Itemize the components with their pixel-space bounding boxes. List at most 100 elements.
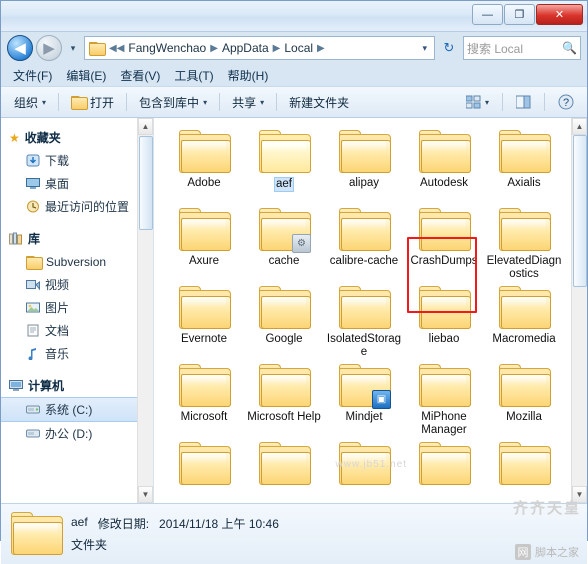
sidebar-item-system-c[interactable]: 系统 (C:) (1, 397, 153, 422)
file-item[interactable]: Axure (164, 206, 244, 284)
change-view-button[interactable]: ▾ (459, 92, 496, 112)
file-item[interactable]: calibre-cache (324, 206, 404, 284)
navigation-pane: ★ 收藏夹 下载 桌面 最近访问的位置 库 Subversion 视频 图片 文… (1, 118, 154, 503)
scrollbar-thumb[interactable] (573, 135, 587, 287)
nav-group-favorites[interactable]: ★ 收藏夹 (1, 126, 153, 149)
app-badge-icon: ▣ (372, 390, 391, 409)
organize-button[interactable]: 组织 ▾ (7, 91, 53, 114)
file-item-partial[interactable] (244, 440, 324, 503)
folder-open-icon (259, 130, 311, 174)
folder-icon (89, 42, 106, 56)
file-item[interactable]: MiPhone Manager (404, 362, 484, 440)
window-controls: — ❐ ✕ (472, 4, 583, 25)
nav-group-computer[interactable]: 计算机 (1, 374, 153, 397)
menu-help[interactable]: 帮助(H) (222, 65, 275, 86)
file-name: aef (274, 177, 294, 192)
toolbar-separator (544, 93, 545, 111)
refresh-button[interactable]: ↻ (438, 37, 460, 59)
scroll-up-button[interactable]: ▲ (572, 118, 587, 135)
nav-group-libraries[interactable]: 库 (1, 227, 153, 250)
history-dropdown-button[interactable]: ▾ (65, 37, 81, 59)
sidebar-item-documents[interactable]: 文档 (1, 319, 153, 342)
library-icon (9, 232, 22, 245)
folder-icon (26, 255, 43, 270)
preview-pane-button[interactable] (509, 92, 538, 112)
sidebar-item-recent[interactable]: 最近访问的位置 (1, 195, 153, 218)
scroll-down-button[interactable]: ▼ (138, 486, 153, 503)
file-item[interactable]: ⚙ cache (244, 206, 324, 284)
file-item[interactable]: Mozilla (484, 362, 564, 440)
include-in-library-button[interactable]: 包含到库中 ▾ (132, 91, 214, 114)
details-modified-value: 2014/11/18 上午 10:46 (159, 517, 279, 531)
file-list-pane[interactable]: Adobe aef alipay Autodesk Axialis Axure … (154, 118, 587, 503)
folder-icon (179, 286, 231, 330)
file-item-partial[interactable] (404, 440, 484, 503)
file-item[interactable]: ElevatedDiagnostics (484, 206, 564, 284)
close-button[interactable]: ✕ (536, 4, 583, 25)
folder-icon (419, 442, 471, 486)
sidebar-item-videos[interactable]: 视频 (1, 273, 153, 296)
folder-icon (339, 208, 391, 252)
file-item-selected[interactable]: aef (244, 128, 324, 206)
file-item-partial[interactable] (484, 440, 564, 503)
breadcrumb-item-2[interactable]: Local (281, 40, 316, 56)
details-row-bottom: 文件夹 (71, 536, 279, 553)
file-name: cache (268, 255, 300, 267)
file-item[interactable]: Evernote (164, 284, 244, 362)
new-folder-button[interactable]: 新建文件夹 (282, 91, 356, 114)
menu-view[interactable]: 查看(V) (114, 65, 166, 86)
file-name: Microsoft (180, 411, 228, 423)
menu-edit[interactable]: 编辑(E) (60, 65, 112, 86)
navigation-scrollbar[interactable]: ▲ ▼ (137, 118, 153, 503)
folder-icon (419, 208, 471, 252)
back-button[interactable]: ◀ (7, 35, 33, 61)
file-item[interactable]: Microsoft (164, 362, 244, 440)
menu-tools[interactable]: 工具(T) (168, 65, 219, 86)
sidebar-item-subversion[interactable]: Subversion (1, 250, 153, 273)
minimize-button[interactable]: — (472, 4, 503, 25)
folder-icon (499, 364, 551, 408)
address-dropdown-icon[interactable]: ▾ (417, 43, 432, 54)
file-item[interactable]: Microsoft Help (244, 362, 324, 440)
details-modified-label: 修改日期: (97, 517, 150, 531)
file-item[interactable]: Axialis (484, 128, 564, 206)
scrollbar-thumb[interactable] (139, 136, 153, 230)
breadcrumb-item-1[interactable]: AppData (219, 40, 272, 56)
maximize-button[interactable]: ❐ (504, 4, 535, 25)
breadcrumb-bar[interactable]: ◀◀ FangWenchao ▶ AppData ▶ Local ▶ ▾ (84, 36, 435, 60)
open-button[interactable]: 打开 (64, 91, 121, 114)
chevron-down-icon: ▾ (260, 97, 265, 107)
file-item[interactable]: Autodesk (404, 128, 484, 206)
search-box[interactable]: 搜索 Local 🔍 (463, 36, 581, 60)
sidebar-item-desktop[interactable]: 桌面 (1, 172, 153, 195)
file-item[interactable]: Macromedia (484, 284, 564, 362)
file-item[interactable]: alipay (324, 128, 404, 206)
file-item[interactable]: IsolatedStorage (324, 284, 404, 362)
folder-icon (179, 208, 231, 252)
file-item[interactable]: liebao (404, 284, 484, 362)
breadcrumb-separator: ▶ (272, 42, 281, 54)
file-name: Evernote (180, 333, 228, 345)
search-input[interactable]: 搜索 Local (467, 40, 523, 57)
sidebar-item-music[interactable]: 音乐 (1, 342, 153, 365)
file-item-partial[interactable] (324, 440, 404, 503)
file-item[interactable]: CrashDumps (404, 206, 484, 284)
file-item-partial[interactable] (164, 440, 244, 503)
help-button[interactable]: ? (551, 91, 581, 113)
folder-icon (179, 364, 231, 408)
file-item[interactable]: Adobe (164, 128, 244, 206)
toolbar-separator (126, 93, 128, 111)
sidebar-item-downloads[interactable]: 下载 (1, 149, 153, 172)
breadcrumb-item-0[interactable]: FangWenchao (125, 40, 209, 56)
open-label: 打开 (90, 95, 115, 110)
scroll-up-button[interactable]: ▲ (138, 118, 153, 135)
share-button[interactable]: 共享 ▾ (225, 91, 271, 114)
breadcrumb-overflow[interactable]: ◀◀ (108, 43, 125, 54)
sidebar-item-office-d[interactable]: 办公 (D:) (1, 422, 153, 445)
sidebar-item-pictures[interactable]: 图片 (1, 296, 153, 319)
file-list-scrollbar[interactable]: ▲ ▼ (571, 118, 587, 503)
file-item[interactable]: ▣ Mindjet (324, 362, 404, 440)
menu-file[interactable]: 文件(F) (7, 65, 58, 86)
forward-button[interactable]: ▶ (36, 35, 62, 61)
file-item[interactable]: Google (244, 284, 324, 362)
